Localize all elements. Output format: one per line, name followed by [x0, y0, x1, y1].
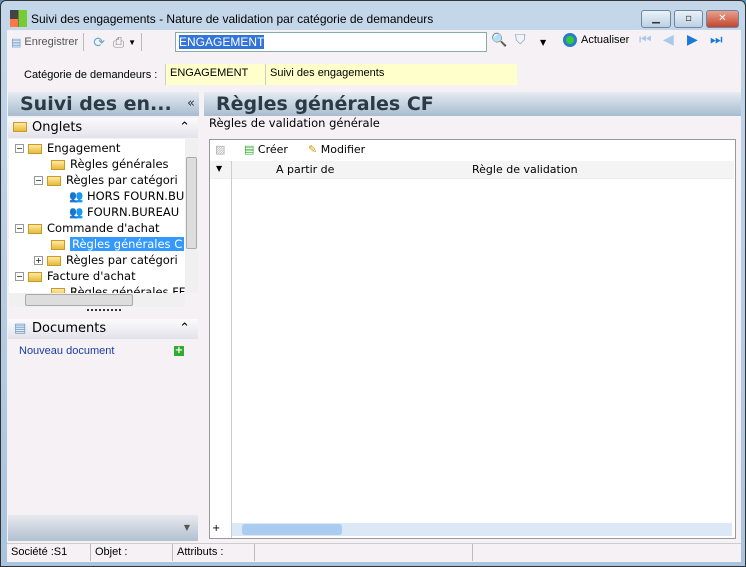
status-object: Objet : — [91, 544, 173, 561]
refresh-button[interactable]: Actualiser — [563, 33, 629, 47]
previous-record-icon[interactable]: ◀ — [663, 32, 674, 48]
app-icon — [10, 10, 27, 27]
column-header-start[interactable]: A partir de — [276, 163, 334, 176]
tree-node[interactable]: Règles générales FF — [51, 284, 185, 293]
tree-node[interactable]: − Règles par catégori — [34, 172, 178, 188]
users-icon: 👥 — [69, 205, 84, 219]
status-attributes: Attributs : — [173, 544, 255, 561]
collapse-icon[interactable]: ⌃ — [179, 319, 190, 339]
tree-node-engagement[interactable]: − Engagement — [15, 140, 120, 156]
sync-icon[interactable]: ⟳ — [93, 34, 105, 51]
image-icon: ▨ — [215, 143, 226, 156]
search-input[interactable]: ENGAGEMENT — [175, 32, 487, 52]
page-title: Règles générales CF — [204, 92, 741, 116]
splitter-grip[interactable] — [87, 309, 121, 311]
grid-header: ▼ A partir de Règle de validation — [210, 161, 734, 179]
documents-section-header[interactable]: ▤ Documents ⌃ — [8, 319, 198, 339]
folder-icon — [47, 175, 61, 186]
rules-grid: ▨ ▤ Créer ✎ Modifier ▼ A partir de Règle… — [209, 139, 736, 539]
folder-icon — [51, 159, 65, 170]
sidebar-footer: ▼ — [8, 515, 198, 541]
document-icon: ▤ — [14, 321, 27, 336]
folder-icon — [28, 143, 42, 154]
add-document-icon[interactable]: + — [174, 346, 184, 356]
category-label: Catégorie de demandeurs : — [24, 69, 158, 81]
add-icon[interactable]: + — [212, 523, 220, 534]
tree-node[interactable]: 👥 HORS FOURN.BU — [69, 188, 184, 204]
last-record-icon[interactable]: ⏭ — [710, 32, 723, 48]
close-button[interactable]: ✕ — [706, 10, 739, 28]
new-document-link[interactable]: Nouveau document — [19, 345, 114, 357]
group-label: Règles de validation générale — [209, 116, 384, 130]
next-record-icon[interactable]: ▶ — [687, 32, 698, 48]
category-description-field[interactable]: Suivi des engagements — [265, 64, 517, 85]
tree-node[interactable]: Règles générales — [51, 156, 169, 172]
tree-node[interactable]: + Règles par catégori — [34, 252, 178, 268]
chevron-down-icon[interactable]: ▼ — [184, 523, 190, 532]
tree-node[interactable]: 👥 FOURN.BUREAU — [69, 204, 179, 220]
edit-icon: ✎ — [308, 143, 318, 156]
column-header-rule[interactable]: Règle de validation — [472, 163, 578, 176]
print-icon[interactable]: ⎙ — [113, 34, 124, 51]
collapse-sidebar-icon[interactable]: « — [187, 92, 195, 116]
tree-node-commande[interactable]: − Commande d'achat — [15, 220, 160, 236]
sidebar-title: Suivi des en... « — [8, 92, 199, 116]
minimize-button[interactable]: ▁ — [641, 10, 671, 28]
separator — [141, 33, 143, 51]
tabs-section-header[interactable]: Onglets ⌃ — [8, 118, 198, 138]
tree-node-facture[interactable]: − Facture d'achat — [15, 268, 136, 284]
status-company: Société :S1 — [7, 544, 91, 561]
tabs-tree: − Engagement Règles générales − Règles par… — [9, 139, 185, 293]
folder-icon — [28, 271, 42, 282]
application-window: Suivi des engagements - Nature de valida… — [0, 0, 746, 567]
tree-vertical-scrollbar[interactable] — [185, 139, 198, 293]
search-icon[interactable]: 🔍 — [491, 33, 507, 48]
column-menu-icon[interactable]: ▼ — [216, 164, 222, 173]
print-dropdown-icon[interactable]: ▼ — [128, 38, 136, 47]
create-button[interactable]: ▤ Créer — [244, 143, 288, 156]
tree-node-selected[interactable]: Règles générales C — [51, 236, 185, 252]
filter-dropdown-icon[interactable]: ▼ — [540, 38, 546, 47]
folder-icon — [47, 255, 61, 266]
users-icon: 👥 — [69, 189, 84, 203]
folder-icon — [28, 223, 42, 234]
window-title: Suivi des engagements - Nature de valida… — [31, 12, 434, 26]
maximize-button[interactable]: ▫ — [674, 10, 703, 28]
save-icon: ▤ — [11, 36, 22, 49]
filter-icon[interactable]: ⛉ — [515, 32, 526, 48]
create-icon: ▤ — [244, 143, 255, 156]
folder-icon — [13, 122, 27, 132]
tree-horizontal-scrollbar[interactable] — [9, 293, 185, 307]
first-record-icon[interactable]: ⏮ — [639, 32, 652, 48]
category-code-field[interactable]: ENGAGEMENT — [165, 64, 265, 85]
status-bar: Société :S1 Objet : Attributs : — [7, 543, 741, 561]
edit-button[interactable]: ✎ Modifier — [308, 143, 365, 156]
open-folder-icon — [51, 239, 65, 250]
grid-horizontal-scrollbar[interactable]: + — [212, 523, 732, 536]
separator — [83, 33, 85, 51]
client-area: ▤ Enregistrer ⟳ ⎙ ▼ ENGAGEMENT 🔍 ⛉ ▼ Actu… — [7, 30, 741, 562]
refresh-icon — [563, 33, 577, 47]
collapse-icon[interactable]: ⌃ — [179, 118, 190, 138]
save-button[interactable]: ▤ Enregistrer — [11, 36, 78, 49]
